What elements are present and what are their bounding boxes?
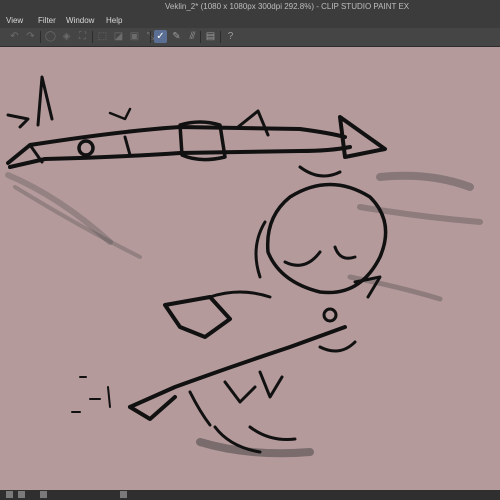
toolbar-separator	[220, 31, 221, 43]
menu-view[interactable]: View	[6, 14, 23, 28]
redo-icon[interactable]: ↷	[24, 30, 37, 43]
flip-button[interactable]	[120, 491, 127, 498]
transform-icon[interactable]: ⛶	[76, 30, 89, 43]
invert-selection-icon[interactable]: ◪	[112, 30, 125, 43]
deselect-icon[interactable]: ⬚	[96, 30, 109, 43]
zoom-button[interactable]	[18, 491, 25, 498]
sketch-drawing	[5, 75, 483, 458]
menu-window[interactable]: Window	[66, 14, 94, 28]
status-bar	[0, 490, 500, 500]
toolbar-separator	[40, 31, 41, 43]
select-all-icon[interactable]: ▣	[128, 30, 141, 43]
fill-icon[interactable]: ◈	[60, 30, 73, 43]
menu-help[interactable]: Help	[106, 14, 122, 28]
vector-pen-icon[interactable]: ✎	[170, 30, 183, 43]
brush-mode-icon[interactable]: ✓	[154, 30, 167, 43]
toolbar-separator	[150, 31, 151, 43]
toolbar-separator	[92, 31, 93, 43]
toolbar-separator	[200, 31, 201, 43]
hatch-icon[interactable]: ⫻	[186, 30, 199, 43]
clear-icon[interactable]: ◯	[44, 30, 57, 43]
menu-bar: View Filter Window Help	[0, 14, 500, 28]
menu-filter[interactable]: Filter	[38, 14, 56, 28]
rotate-button[interactable]	[40, 491, 47, 498]
undo-icon[interactable]: ↶	[8, 30, 21, 43]
title-bar: Veklin_2* (1080 x 1080px 300dpi 292.8%) …	[0, 0, 500, 14]
help-icon[interactable]: ?	[224, 30, 237, 43]
command-bar: ↶ ↷ ◯ ◈ ⛶ ⬚ ◪ ▣ ⤡ ✓ ✎ ⫻ ▤ ?	[0, 28, 500, 47]
window-title: Veklin_2* (1080 x 1080px 300dpi 292.8%) …	[165, 2, 410, 11]
navigator-button[interactable]	[6, 491, 13, 498]
stamp-icon[interactable]: ▤	[204, 30, 217, 43]
drawing-canvas[interactable]	[0, 47, 500, 490]
